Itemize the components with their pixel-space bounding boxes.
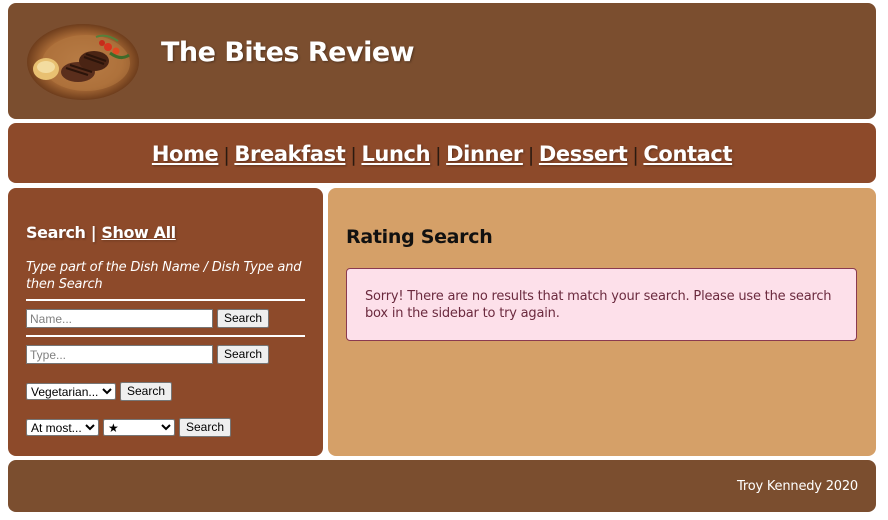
site-footer: Troy Kennedy 2020 — [8, 460, 876, 512]
sidebar-heading-search: Search — [26, 223, 86, 242]
main-navigation: Home | Breakfast | Lunch | Dinner | Dessert | Cont… — [8, 123, 876, 183]
name-search-button[interactable]: Search — [217, 309, 270, 328]
no-results-alert: Sorry! There are no results that match y… — [346, 268, 857, 341]
rating-search-button[interactable]: Search — [179, 418, 232, 437]
nav-links: Home | Breakfast | Lunch | Dinner | Dessert | Cont… — [152, 142, 733, 166]
rating-search-row: At most... ★ Search — [26, 418, 232, 437]
nav-link-dessert[interactable]: Dessert — [539, 142, 628, 166]
footer-credit: Troy Kennedy 2020 — [737, 479, 858, 494]
type-search-row: Search — [26, 345, 270, 364]
nav-link-home[interactable]: Home — [152, 142, 219, 166]
name-search-row: Search — [26, 309, 270, 328]
sidebar-heading: Search | Show All — [26, 223, 176, 242]
nav-link-dinner[interactable]: Dinner — [446, 142, 523, 166]
nav-link-lunch[interactable]: Lunch — [361, 142, 430, 166]
diet-select[interactable]: Vegetarian... — [26, 383, 116, 400]
diet-search-row: Vegetarian... Search — [26, 382, 173, 401]
show-all-link[interactable]: Show All — [101, 223, 176, 242]
divider — [26, 299, 305, 301]
sidebar-heading-separator: | — [90, 223, 97, 242]
nav-separator: | — [632, 144, 639, 166]
nav-link-breakfast[interactable]: Breakfast — [234, 142, 345, 166]
main-content: Rating Search Sorry! There are no result… — [328, 188, 876, 456]
page-title: Rating Search — [346, 226, 493, 248]
name-search-input[interactable] — [26, 309, 213, 328]
rating-limit-select[interactable]: At most... — [26, 419, 99, 436]
divider — [26, 335, 305, 337]
nav-separator: | — [527, 144, 534, 166]
type-search-input[interactable] — [26, 345, 213, 364]
steak-plate-logo-icon — [27, 24, 139, 100]
site-title: The Bites Review — [161, 37, 415, 68]
type-search-button[interactable]: Search — [217, 345, 270, 364]
search-sidebar: Search | Show All Type part of the Dish … — [8, 188, 323, 456]
nav-link-contact[interactable]: Contact — [643, 142, 732, 166]
search-instructions: Type part of the Dish Name / Dish Type a… — [26, 260, 302, 292]
nav-separator: | — [350, 144, 357, 166]
diet-search-button[interactable]: Search — [120, 382, 173, 401]
nav-separator: | — [435, 144, 442, 166]
nav-separator: | — [223, 144, 230, 166]
rating-stars-select[interactable]: ★ — [103, 419, 175, 436]
site-header: The Bites Review — [8, 3, 876, 119]
